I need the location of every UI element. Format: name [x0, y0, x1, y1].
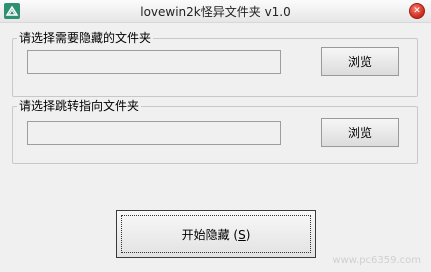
hide-folder-browse-button[interactable]: 浏览: [321, 47, 399, 76]
redirect-folder-path-input[interactable]: [27, 121, 281, 145]
hide-folder-label: 请选择需要隐藏的文件夹: [17, 30, 154, 46]
title-bar: lovewin2k怪异文件夹 v1.0 ✕: [0, 0, 431, 23]
watermark-text: www.pc6359.com: [332, 255, 421, 266]
hide-folder-group: 请选择需要隐藏的文件夹 浏览: [12, 30, 418, 97]
redirect-folder-label: 请选择跳转指向文件夹: [17, 98, 142, 114]
redirect-folder-browse-button[interactable]: 浏览: [321, 118, 399, 147]
window-title: lovewin2k怪异文件夹 v1.0: [140, 5, 291, 19]
hide-folder-path-input[interactable]: [27, 50, 281, 74]
close-icon: ✕: [413, 6, 421, 16]
start-hide-label: 开始隐藏 (S): [181, 228, 251, 242]
close-button[interactable]: ✕: [409, 3, 425, 19]
start-hide-button[interactable]: 开始隐藏 (S): [116, 210, 316, 258]
redirect-folder-group: 请选择跳转指向文件夹 浏览: [12, 98, 418, 164]
